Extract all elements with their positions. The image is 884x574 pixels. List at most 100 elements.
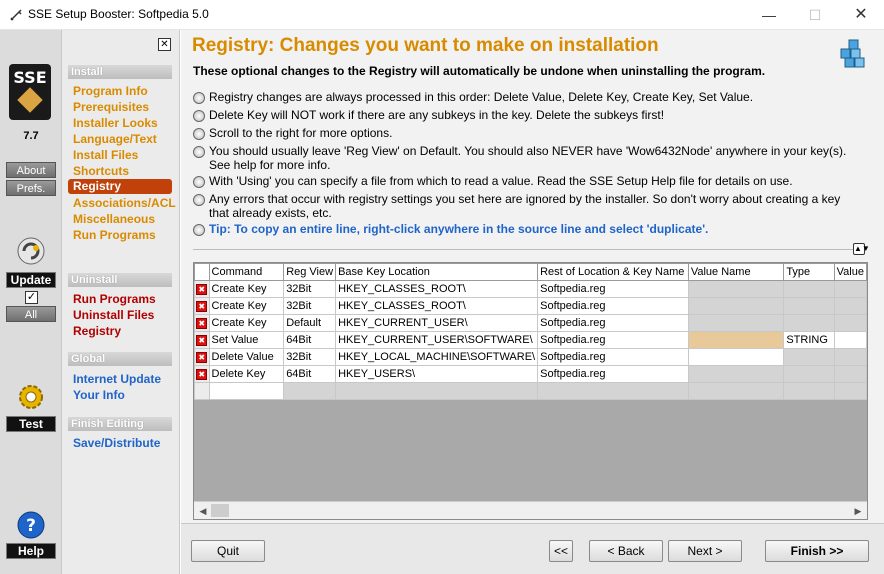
- table-cell[interactable]: Softpedia.reg: [537, 348, 689, 366]
- about-button[interactable]: About: [6, 162, 56, 178]
- delete-row-icon[interactable]: ✖: [196, 334, 208, 346]
- table-cell[interactable]: 64Bit: [283, 365, 337, 383]
- column-header[interactable]: Command: [208, 263, 285, 281]
- nav-close-button[interactable]: ✕: [158, 38, 171, 51]
- table-cell[interactable]: Softpedia.reg: [537, 365, 689, 383]
- table-cell: [687, 280, 785, 298]
- app-icon: [10, 9, 22, 21]
- nav-run-programs[interactable]: Run Programs: [73, 228, 156, 242]
- back-button[interactable]: < Back: [589, 540, 663, 562]
- table-cell[interactable]: Delete Key: [208, 365, 285, 383]
- table-cell[interactable]: 32Bit: [283, 348, 337, 366]
- table-cell[interactable]: HKEY_CLASSES_ROOT\: [335, 297, 539, 315]
- table-cell[interactable]: Softpedia.reg: [537, 297, 689, 315]
- quit-button[interactable]: Quit: [191, 540, 265, 562]
- table-cell[interactable]: Set Value: [208, 331, 285, 349]
- nav-installer-looks[interactable]: Installer Looks: [73, 116, 158, 130]
- delete-row-icon[interactable]: ✖: [196, 283, 208, 295]
- expand-collapse-icon[interactable]: ▲▼: [853, 243, 870, 255]
- minimize-button[interactable]: —: [746, 0, 792, 30]
- table-cell[interactable]: 32Bit: [283, 280, 337, 298]
- table-row[interactable]: ✖ Delete Key 64Bit HKEY_USERS\ Softpedia…: [194, 365, 867, 383]
- delete-row-icon[interactable]: ✖: [196, 317, 208, 329]
- horizontal-scrollbar[interactable]: ◀ ▶: [194, 501, 867, 519]
- table-cell[interactable]: Create Key: [208, 297, 285, 315]
- delete-row-icon[interactable]: ✖: [196, 300, 208, 312]
- next-button[interactable]: Next >: [668, 540, 742, 562]
- registry-table: Command Reg View Base Key Location Rest …: [194, 263, 867, 400]
- help-button[interactable]: Help: [6, 543, 56, 559]
- table-cell: [833, 280, 867, 298]
- column-header[interactable]: Reg View: [283, 263, 337, 281]
- table-row[interactable]: ✖ Delete Value 32Bit HKEY_LOCAL_MACHINE\…: [194, 348, 867, 366]
- table-cell[interactable]: HKEY_CURRENT_USER\SOFTWARE\: [335, 331, 539, 349]
- nav-uninstall-run-programs[interactable]: Run Programs: [73, 292, 156, 306]
- table-cell[interactable]: [687, 331, 785, 349]
- table-cell: [783, 314, 835, 332]
- close-button[interactable]: ✕: [838, 0, 884, 30]
- maximize-button[interactable]: ☐: [792, 0, 838, 30]
- new-row[interactable]: [194, 382, 867, 400]
- test-button[interactable]: Test: [6, 416, 56, 432]
- nav-uninstall-files[interactable]: Uninstall Files: [73, 308, 154, 322]
- table-row[interactable]: ✖ Create Key 32Bit HKEY_CLASSES_ROOT\ So…: [194, 297, 867, 315]
- table-row[interactable]: ✖ Set Value 64Bit HKEY_CURRENT_USER\SOFT…: [194, 331, 867, 349]
- nav-install-files[interactable]: Install Files: [73, 148, 138, 162]
- info-bullet: Registry changes are always processed in…: [193, 90, 853, 104]
- table-cell[interactable]: Delete Value: [208, 348, 285, 366]
- page-title: Registry: Changes you want to make on in…: [192, 35, 659, 56]
- table-cell[interactable]: [208, 382, 285, 400]
- nav-your-info[interactable]: Your Info: [73, 388, 125, 402]
- table-cell[interactable]: Softpedia.reg: [537, 280, 689, 298]
- table-row[interactable]: ✖ Create Key 32Bit HKEY_CLASSES_ROOT\ So…: [194, 280, 867, 298]
- table-cell[interactable]: HKEY_USERS\: [335, 365, 539, 383]
- table-cell[interactable]: [833, 331, 867, 349]
- table-cell[interactable]: Softpedia.reg: [537, 314, 689, 332]
- first-page-button[interactable]: <<: [549, 540, 573, 562]
- nav-prerequisites[interactable]: Prerequisites: [73, 100, 149, 114]
- title-bar: SSE Setup Booster: Softpedia 5.0 — ☐ ✕: [0, 0, 884, 30]
- nav-save-distribute[interactable]: Save/Distribute: [73, 436, 160, 450]
- nav-registry[interactable]: Registry: [68, 179, 172, 194]
- table-cell: [833, 382, 867, 400]
- table-cell[interactable]: Softpedia.reg: [537, 331, 689, 349]
- table-cell[interactable]: Create Key: [208, 314, 285, 332]
- delete-row-icon[interactable]: ✖: [196, 351, 208, 363]
- nav-program-info[interactable]: Program Info: [73, 84, 148, 98]
- scroll-right-icon[interactable]: ▶: [851, 504, 865, 518]
- table-cell[interactable]: HKEY_CURRENT_USER\: [335, 314, 539, 332]
- table-cell[interactable]: Default: [283, 314, 337, 332]
- nav-shortcuts[interactable]: Shortcuts: [73, 164, 129, 178]
- table-cell[interactable]: 64Bit: [283, 331, 337, 349]
- column-header[interactable]: Value: [833, 263, 867, 281]
- scroll-left-icon[interactable]: ◀: [196, 504, 210, 518]
- delete-row-icon[interactable]: ✖: [196, 368, 208, 380]
- nav-language-text[interactable]: Language/Text: [73, 132, 157, 146]
- scrollbar-thumb[interactable]: [211, 504, 229, 517]
- table-cell[interactable]: STRING: [783, 331, 835, 349]
- column-header[interactable]: Value Name: [687, 263, 785, 281]
- table-cell[interactable]: HKEY_CLASSES_ROOT\: [335, 280, 539, 298]
- prefs-button[interactable]: Prefs.: [6, 180, 56, 196]
- nav-miscellaneous[interactable]: Miscellaneous: [73, 212, 155, 226]
- update-button[interactable]: Update: [6, 272, 56, 288]
- nav-associations-acl[interactable]: Associations/ACL: [73, 196, 176, 210]
- table-cell[interactable]: HKEY_LOCAL_MACHINE\SOFTWARE\: [335, 348, 539, 366]
- table-cell[interactable]: Create Key: [208, 280, 285, 298]
- finish-button[interactable]: Finish >>: [765, 540, 869, 562]
- update-all-checkbox[interactable]: ✓: [25, 291, 38, 304]
- table-cell[interactable]: [687, 348, 785, 366]
- table-cell: [687, 314, 785, 332]
- box-icon: [17, 87, 43, 113]
- column-header[interactable]: Base Key Location: [335, 263, 539, 281]
- table-cell: [687, 365, 785, 383]
- nav-internet-update[interactable]: Internet Update: [73, 372, 161, 386]
- table-row[interactable]: ✖ Create Key Default HKEY_CURRENT_USER\ …: [194, 314, 867, 332]
- nav-uninstall-registry[interactable]: Registry: [73, 324, 121, 338]
- update-icon: [17, 237, 45, 265]
- table-cell[interactable]: 32Bit: [283, 297, 337, 315]
- column-header[interactable]: Type: [783, 263, 835, 281]
- column-header[interactable]: Rest of Location & Key Name: [537, 263, 689, 281]
- all-button[interactable]: All: [6, 306, 56, 322]
- registry-grid[interactable]: Command Reg View Base Key Location Rest …: [193, 262, 868, 520]
